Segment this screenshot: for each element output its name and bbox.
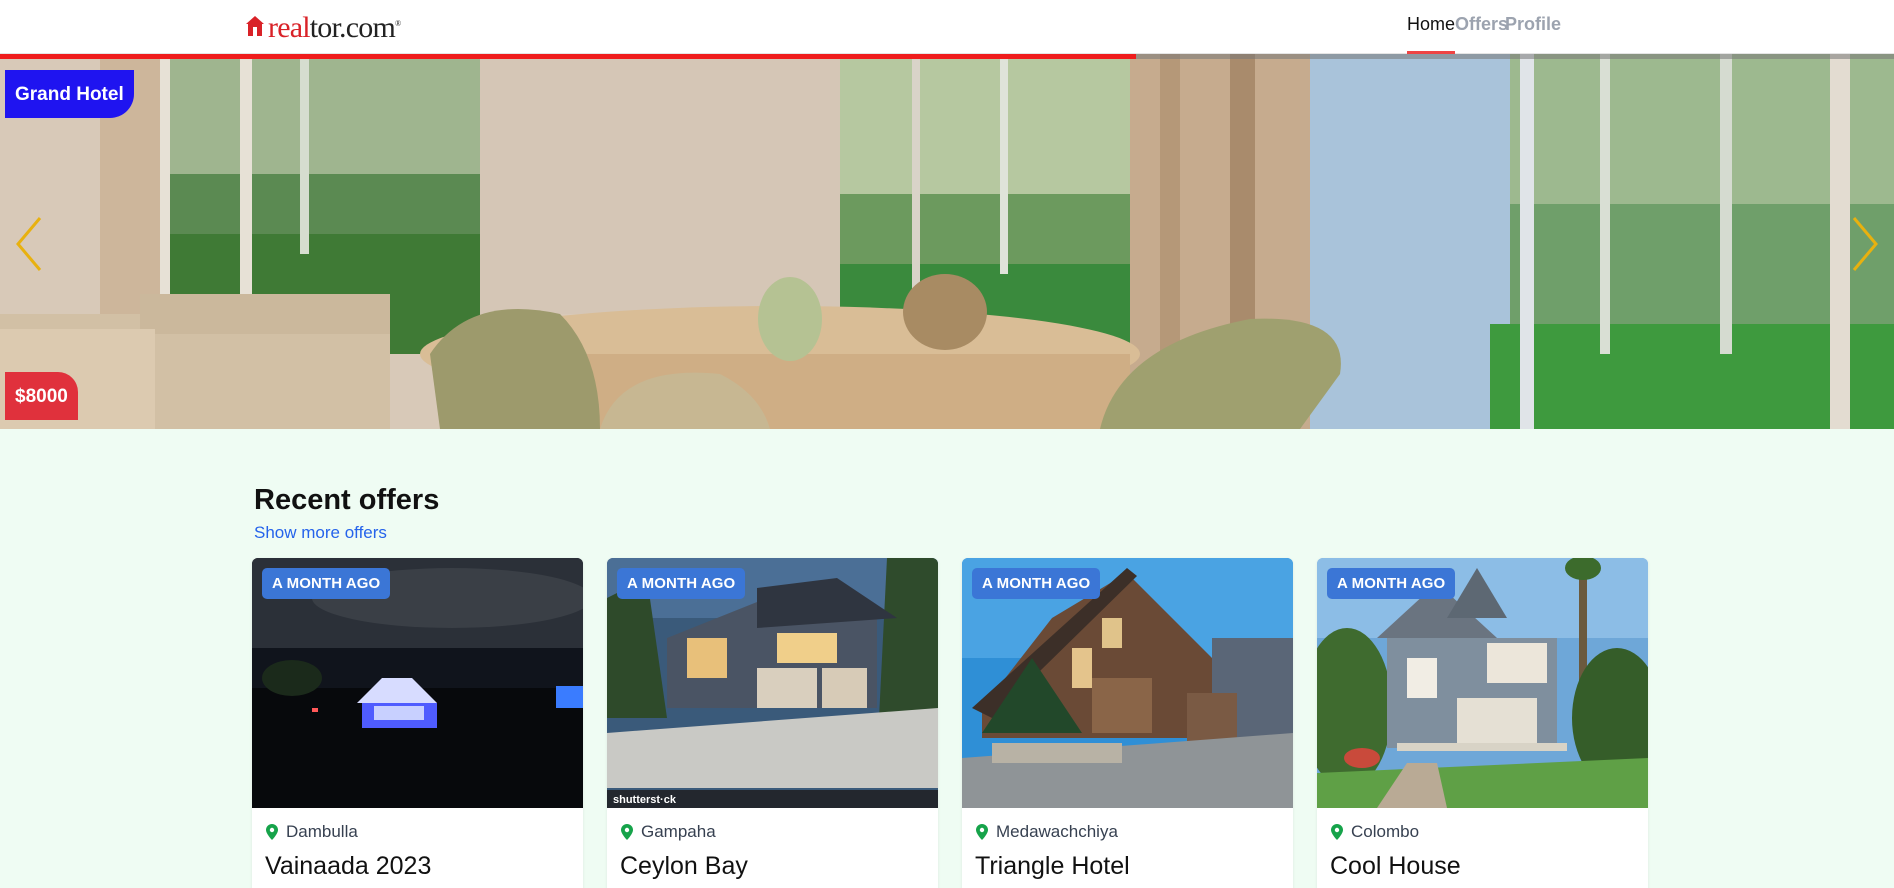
offer-card[interactable]: A MONTH AGO Dambulla Vainaada 2023 bbox=[252, 558, 583, 888]
hero-image bbox=[0, 54, 1894, 429]
top-navbar: realtor.com® Home Offers Profile bbox=[0, 0, 1894, 54]
offer-location: Dambulla bbox=[266, 822, 358, 842]
watermark-text: shutterst·ck bbox=[613, 794, 677, 806]
offer-location-label: Gampaha bbox=[641, 822, 716, 841]
time-badge: A MONTH AGO bbox=[972, 568, 1101, 599]
realtor-logo[interactable]: realtor.com® bbox=[245, 10, 401, 44]
slide-progress-fill bbox=[0, 54, 1137, 59]
offer-location-label: Medawachchiya bbox=[996, 822, 1118, 841]
nav-home[interactable]: Home bbox=[1407, 14, 1456, 54]
offer-title[interactable]: Cool House bbox=[1330, 852, 1461, 881]
offer-title[interactable]: Vainaada 2023 bbox=[265, 852, 431, 881]
map-pin-icon bbox=[621, 824, 633, 840]
map-pin-icon bbox=[976, 824, 988, 840]
offer-image: A MONTH AGO bbox=[252, 558, 583, 808]
map-pin-icon bbox=[1331, 824, 1343, 840]
offer-image: shutterst·ck A MONTH AGO bbox=[607, 558, 938, 808]
offer-location: Colombo bbox=[1331, 822, 1419, 842]
offer-image: A MONTH AGO bbox=[962, 558, 1293, 808]
offer-location-label: Dambulla bbox=[286, 822, 358, 841]
offer-title[interactable]: Ceylon Bay bbox=[620, 852, 748, 881]
hero-price-badge: $8000 bbox=[5, 372, 78, 420]
offer-location: Gampaha bbox=[621, 822, 716, 842]
house-logo-icon bbox=[246, 16, 264, 36]
hero-slider[interactable]: Grand Hotel $8000 bbox=[0, 54, 1894, 429]
section-title: Recent offers bbox=[254, 484, 440, 516]
nav-profile[interactable]: Profile bbox=[1505, 14, 1561, 54]
show-more-offers-link[interactable]: Show more offers bbox=[254, 523, 387, 543]
chevron-left-icon[interactable] bbox=[12, 214, 46, 274]
nav-offers[interactable]: Offers bbox=[1455, 14, 1508, 54]
time-badge: A MONTH AGO bbox=[262, 568, 391, 599]
slide-progress-bar bbox=[0, 54, 1894, 59]
offer-location-label: Colombo bbox=[1351, 822, 1420, 841]
time-badge: A MONTH AGO bbox=[617, 568, 746, 599]
offer-location: Medawachchiya bbox=[976, 822, 1118, 842]
offer-card[interactable]: A MONTH AGO Medawachchiya Triangle Hotel bbox=[962, 558, 1293, 888]
offer-image: A MONTH AGO bbox=[1317, 558, 1648, 808]
hero-listing-name-badge: Grand Hotel bbox=[5, 70, 134, 118]
offer-card[interactable]: A MONTH AGO Colombo Cool House bbox=[1317, 558, 1648, 888]
offer-card[interactable]: shutterst·ck A MONTH AGO Gampaha Ceylon … bbox=[607, 558, 938, 888]
time-badge: A MONTH AGO bbox=[1327, 568, 1456, 599]
map-pin-icon bbox=[266, 824, 278, 840]
chevron-right-icon[interactable] bbox=[1848, 214, 1882, 274]
logo-wordmark: realtor.com® bbox=[268, 11, 401, 44]
offer-title[interactable]: Triangle Hotel bbox=[975, 852, 1130, 881]
